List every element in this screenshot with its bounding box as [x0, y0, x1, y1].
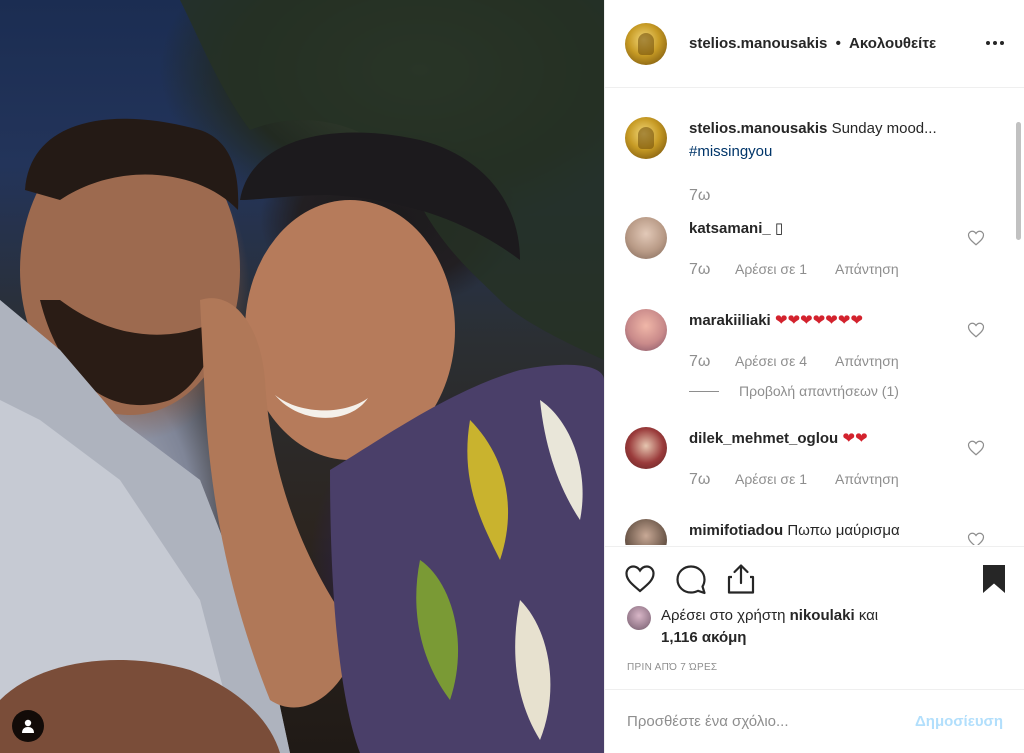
user-tag-icon[interactable] [12, 710, 44, 742]
likes-text: Αρέσει στο χρήστη nikoulaki και 1,116 ακ… [661, 605, 878, 649]
reply-button[interactable]: Απάντηση [835, 258, 899, 281]
separator: • [835, 35, 841, 52]
comment-meta: 7ω Αρέσει σε 4 Απάντηση [689, 350, 899, 373]
caption-text: Sunday mood... [831, 120, 937, 137]
comment: katsamani_ ▯ 7ω Αρέσει σε 1 Απάντηση [625, 217, 1005, 281]
comment-username[interactable]: mimifotiadou [689, 522, 783, 539]
comment-likes[interactable]: Αρέσει σε 4 [735, 350, 835, 373]
comment-input[interactable] [627, 713, 915, 730]
caption: stelios.manousakis Sunday mood... #missi… [625, 117, 1005, 163]
comment-likes[interactable]: Αρέσει σε 1 [735, 258, 835, 281]
reply-button[interactable]: Απάντηση [835, 468, 899, 491]
comment-heart-icon[interactable] [967, 531, 985, 545]
post-comment-button[interactable]: Δημοσίευση [915, 713, 1003, 730]
action-icons [623, 562, 1011, 596]
header-text: stelios.manousakis • Ακολουθείτε [689, 35, 936, 52]
comment: marakiiliaki ❤❤❤❤❤❤❤ 7ω Αρέσει σε 4 Απάν… [625, 309, 1005, 373]
caption-body: stelios.manousakis Sunday mood... #missi… [689, 117, 937, 163]
comment-time[interactable]: 7ω [689, 258, 735, 281]
likes-others[interactable]: 1,116 ακόμη [661, 629, 746, 646]
replies-divider [689, 390, 719, 392]
author-avatar[interactable] [625, 22, 667, 65]
comment-body: marakiiliaki ❤❤❤❤❤❤❤ 7ω Αρέσει σε 4 Απάν… [689, 309, 899, 373]
comment: dilek_mehmet_oglou ❤❤ 7ω Αρέσει σε 1 Απά… [625, 427, 1005, 491]
comment-avatar[interactable] [625, 519, 667, 545]
view-replies-button[interactable]: Προβολή απαντήσεων (1) [689, 383, 1005, 399]
comment-avatar[interactable] [625, 309, 667, 351]
post-timestamp[interactable]: ΠΡΙΝ ΑΠΌ 7 ΏΡΕΣ [627, 662, 717, 673]
comment-avatar[interactable] [625, 217, 667, 259]
comment-heart-icon[interactable] [967, 439, 985, 457]
reply-button[interactable]: Απάντηση [835, 350, 899, 373]
bookmark-icon[interactable] [977, 562, 1011, 596]
author-username[interactable]: stelios.manousakis [689, 35, 827, 52]
comment-username[interactable]: marakiiliaki [689, 312, 771, 329]
comment: mimifotiadou Πωπω μαύρισμα [625, 519, 1005, 545]
heart-icon[interactable] [623, 562, 657, 596]
caption-hashtag[interactable]: #missingyou [689, 143, 772, 160]
comment-text: Πωπω μαύρισμα [787, 522, 900, 539]
comment-icon[interactable] [674, 562, 708, 596]
comment-text: ❤❤❤❤❤❤❤ [774, 312, 863, 329]
likes-prefix: Αρέσει στο χρήστη [661, 607, 786, 624]
follow-status[interactable]: Ακολουθείτε [849, 35, 936, 52]
comment-likes[interactable]: Αρέσει σε 1 [735, 468, 835, 491]
view-replies-label: Προβολή απαντήσεων (1) [739, 383, 899, 399]
liker-avatar[interactable] [627, 606, 651, 630]
caption-time[interactable]: 7ω [689, 187, 1005, 205]
comment-meta: 7ω Αρέσει σε 1 Απάντηση [689, 258, 899, 281]
comment-username[interactable]: dilek_mehmet_oglou [689, 430, 838, 447]
add-comment-bar: Δημοσίευση [605, 689, 1024, 753]
comment-time[interactable]: 7ω [689, 350, 735, 373]
comment-heart-icon[interactable] [967, 321, 985, 339]
more-icon[interactable] [986, 33, 1008, 53]
comment-avatar[interactable] [625, 427, 667, 469]
liker-username[interactable]: nikoulaki [790, 607, 855, 624]
comment-text: ❤❤ [842, 430, 868, 447]
comment-body: katsamani_ ▯ 7ω Αρέσει σε 1 Απάντηση [689, 217, 899, 281]
comment-meta: 7ω Αρέσει σε 1 Απάντηση [689, 468, 899, 491]
caption-username[interactable]: stelios.manousakis [689, 120, 827, 137]
post-header: stelios.manousakis • Ακολουθείτε [605, 0, 1024, 88]
photo-content [0, 0, 604, 753]
share-icon[interactable] [724, 562, 758, 596]
likes-summary: Αρέσει στο χρήστη nikoulaki και 1,116 ακ… [627, 605, 878, 649]
comment-username[interactable]: katsamani_ [689, 220, 771, 237]
post-panel: stelios.manousakis • Ακολουθείτε stelios… [604, 0, 1024, 753]
comment-time[interactable]: 7ω [689, 468, 735, 491]
comment-body: mimifotiadou Πωπω μαύρισμα [689, 519, 900, 545]
caption-avatar[interactable] [625, 117, 667, 159]
comment-body: dilek_mehmet_oglou ❤❤ 7ω Αρέσει σε 1 Απά… [689, 427, 899, 491]
post-photo[interactable] [0, 0, 604, 753]
post-actions: Αρέσει στο χρήστη nikoulaki και 1,116 ακ… [605, 546, 1024, 688]
comments-list: stelios.manousakis Sunday mood... #missi… [605, 89, 1024, 545]
comment-text: ▯ [774, 220, 784, 237]
likes-and: και [858, 607, 879, 624]
comment-heart-icon[interactable] [967, 229, 985, 247]
